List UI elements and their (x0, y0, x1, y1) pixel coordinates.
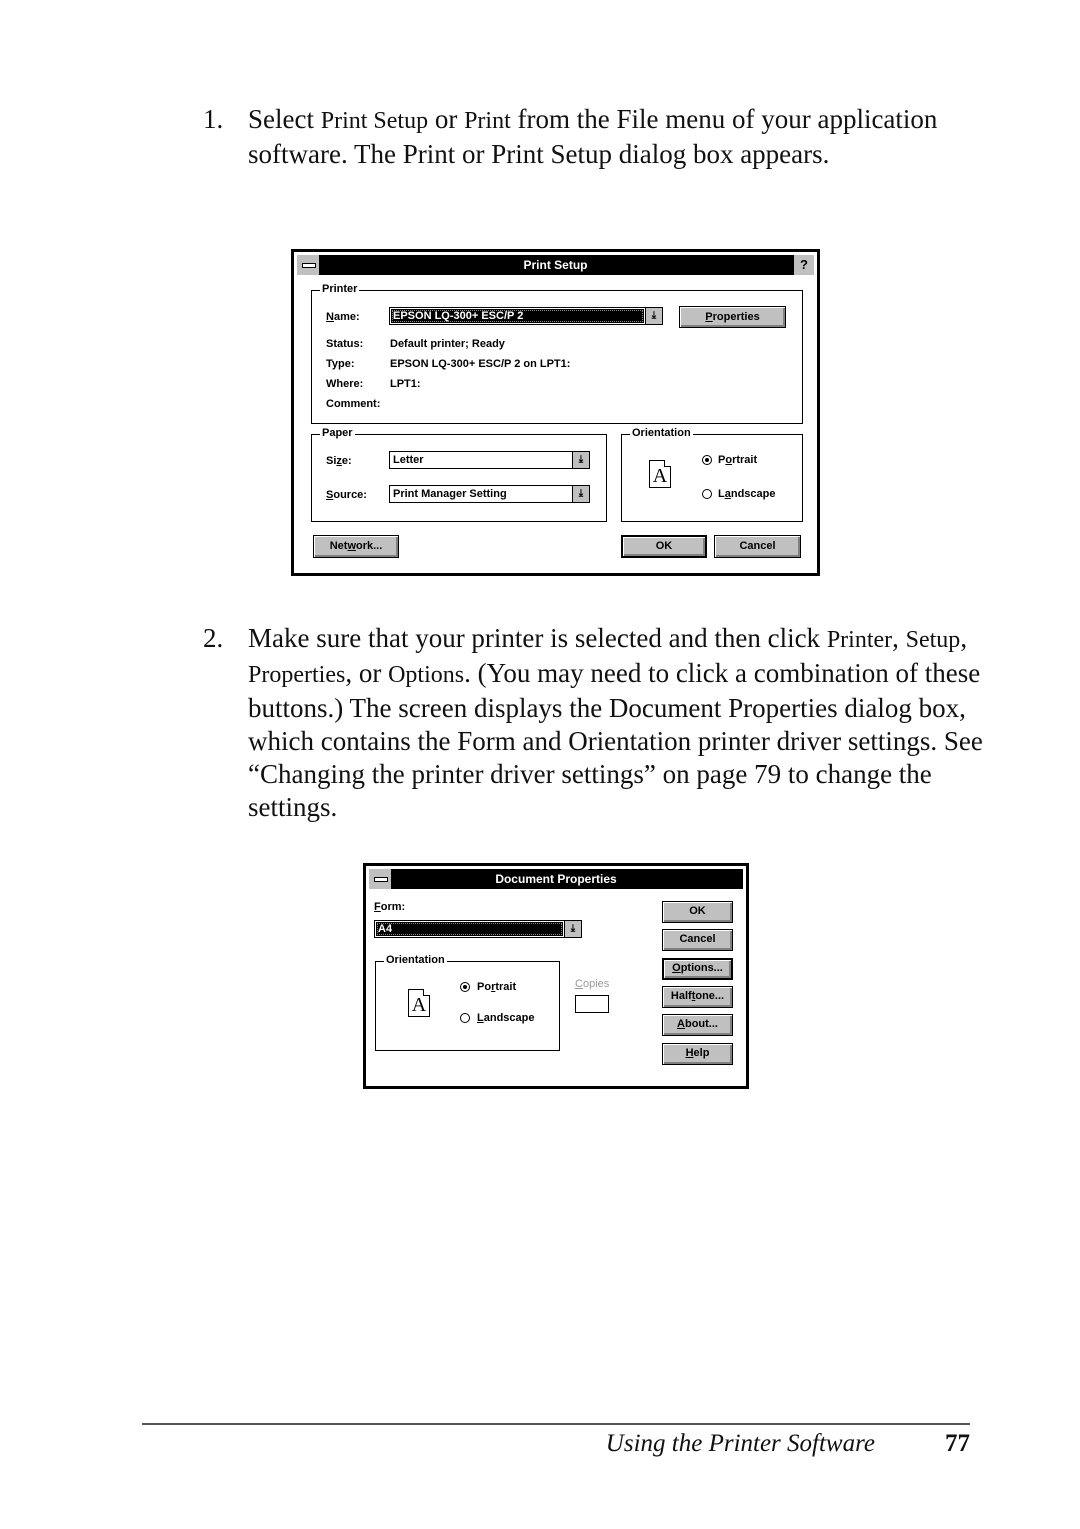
group-label: Paper (320, 427, 355, 439)
selected-value: Print Manager Setting (393, 488, 507, 500)
paper-group: Paper Size: Letter ⤓ Source: Print Manag… (311, 427, 607, 522)
ok-button[interactable]: OK (662, 901, 733, 923)
step-number: 2. (203, 623, 224, 653)
cancel-button[interactable]: Cancel (714, 535, 801, 558)
page-number: 77 (945, 1430, 970, 1457)
section-title: Using the Printer Software (605, 1430, 875, 1457)
copies-label: Copies (575, 978, 610, 990)
system-menu-icon[interactable] (369, 869, 392, 889)
status-value: Default printer; Ready (390, 338, 505, 350)
ui-term: Print (464, 108, 511, 134)
group-label: Printer (320, 283, 360, 295)
portrait-radio[interactable] (460, 982, 470, 992)
landscape-label[interactable]: Landscape (718, 488, 776, 500)
type-value: EPSON LQ-300+ ESC/P 2 on LPT1: (390, 358, 571, 370)
portrait-label[interactable]: Portrait (477, 981, 516, 993)
where-label: Where: (326, 378, 364, 390)
help-button[interactable]: Help (662, 1043, 733, 1065)
text: Select (248, 104, 321, 134)
landscape-radio[interactable] (702, 489, 712, 499)
system-menu-icon[interactable] (297, 255, 320, 275)
portrait-page-icon: A (408, 989, 430, 1017)
form-label: Form: (374, 901, 406, 913)
form-select[interactable]: A4 ⤓ (374, 920, 582, 938)
selected-value: A4 (376, 922, 563, 936)
group-label: Orientation (630, 427, 693, 439)
landscape-label[interactable]: Landscape (477, 1012, 534, 1024)
step-text: Make sure that your printer is selected … (248, 622, 983, 824)
printer-group: Printer Name: EPSON LQ-300+ ESC/P 2 ⤓ Pr… (311, 283, 803, 424)
text: or (428, 104, 465, 134)
title-bar: Print Setup ? (297, 255, 814, 275)
text: , (960, 623, 968, 653)
footer-rule (142, 1423, 970, 1425)
title-bar: Document Properties (369, 869, 743, 889)
paper-source-select[interactable]: Print Manager Setting ⤓ (389, 485, 590, 503)
dialog-title: Print Setup (523, 258, 588, 272)
ui-term: Setup (905, 627, 961, 653)
printer-name-select[interactable]: EPSON LQ-300+ ESC/P 2 ⤓ (389, 307, 663, 325)
copies-input[interactable] (575, 995, 609, 1013)
step-text: Select Print Setup or Print from the Fil… (248, 103, 948, 171)
portrait-radio[interactable] (702, 455, 712, 465)
landscape-radio[interactable] (460, 1013, 470, 1023)
selected-value: EPSON LQ-300+ ESC/P 2 (391, 309, 644, 323)
type-label: Type: (326, 358, 355, 370)
properties-button[interactable]: Properties (679, 306, 786, 328)
dialog-title: Document Properties (495, 872, 617, 886)
paper-size-select[interactable]: Letter ⤓ (389, 451, 590, 469)
name-label: Name: (326, 311, 360, 323)
text: Make sure that your printer is selected … (248, 623, 827, 653)
about-button[interactable]: About... (662, 1014, 733, 1036)
network-button[interactable]: Network... (313, 535, 399, 558)
halftone-button[interactable]: Halftone... (662, 986, 733, 1008)
dropdown-arrow-icon[interactable]: ⤓ (572, 486, 589, 502)
portrait-page-icon: A (649, 460, 671, 488)
ui-term: Printer (826, 627, 893, 653)
where-value: LPT1: (390, 378, 421, 390)
ui-term: Properties (248, 662, 346, 688)
dropdown-arrow-icon[interactable]: ⤓ (564, 921, 581, 937)
orientation-group: Orientation A Portrait Landscape (621, 427, 803, 522)
document-properties-dialog: Document Properties Form: A4 ⤓ Orientati… (363, 863, 749, 1089)
dropdown-arrow-icon[interactable]: ⤓ (572, 452, 589, 468)
group-label: Orientation (384, 954, 447, 966)
portrait-label[interactable]: Portrait (718, 454, 757, 466)
help-icon[interactable]: ? (793, 255, 814, 275)
options-button[interactable]: Options... (662, 958, 733, 980)
orientation-group: Orientation A Portrait Landscape (375, 954, 560, 1051)
ui-term: Print Setup (320, 108, 429, 134)
selected-value: Letter (393, 454, 424, 466)
cancel-button[interactable]: Cancel (662, 929, 733, 951)
text: , (892, 623, 906, 653)
dropdown-arrow-icon[interactable]: ⤓ (645, 308, 662, 324)
ok-button[interactable]: OK (621, 535, 707, 558)
text: , or (345, 658, 389, 688)
status-label: Status: (326, 338, 364, 350)
size-label: Size: (326, 455, 352, 467)
source-label: Source: (326, 489, 367, 501)
step-number: 1. (203, 104, 224, 134)
comment-label: Comment: (326, 398, 381, 410)
print-setup-dialog: Print Setup ? Printer Name: EPSON LQ-300… (291, 249, 820, 576)
ui-term: Options (388, 662, 465, 688)
